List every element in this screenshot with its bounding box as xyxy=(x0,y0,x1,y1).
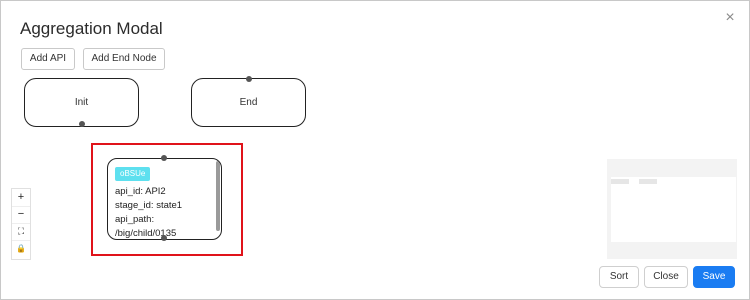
init-node-label: Init xyxy=(74,97,89,108)
api-node-api-path-label: api_path: xyxy=(115,214,155,225)
end-node-target-handle[interactable] xyxy=(246,76,252,82)
save-button[interactable]: Save xyxy=(693,266,735,288)
minimap-viewport xyxy=(611,177,736,242)
modal-title: Aggregation Modal xyxy=(20,19,163,38)
api-node-stage-id: stage_id: state1 xyxy=(115,200,183,211)
init-node-source-handle[interactable] xyxy=(79,121,85,127)
zoom-in-button[interactable]: + xyxy=(12,189,30,207)
minimap-node xyxy=(611,179,629,184)
close-button[interactable]: Close xyxy=(644,266,688,288)
api-node[interactable]: oBSUe api_id: API2 stage_id: state1 api_… xyxy=(107,158,222,240)
minimap-node xyxy=(639,179,657,184)
api-node-tag: oBSUe xyxy=(115,167,151,181)
end-node[interactable]: End xyxy=(191,76,306,127)
end-node-label: End xyxy=(239,97,258,108)
fit-view-icon[interactable]: ⛶ xyxy=(12,223,30,241)
init-node[interactable]: Init xyxy=(24,78,139,127)
lock-icon[interactable]: 🔒 xyxy=(12,240,30,257)
add-api-button[interactable]: Add API xyxy=(21,48,75,70)
close-icon[interactable]: × xyxy=(721,9,739,27)
api-node-scrollbar[interactable] xyxy=(216,161,220,231)
aggregation-modal: Aggregation Modal × Add API Add End Node… xyxy=(0,0,750,300)
api-node-source-handle[interactable] xyxy=(161,235,167,241)
api-node-api-path-value: /big/child/0135 xyxy=(115,228,177,239)
api-node-api-id: api_id: API2 xyxy=(115,186,166,197)
api-node-target-handle[interactable] xyxy=(161,155,167,161)
zoom-out-button[interactable]: − xyxy=(12,206,30,224)
add-end-node-button[interactable]: Add End Node xyxy=(83,48,165,70)
sort-button[interactable]: Sort xyxy=(599,266,639,288)
minimap[interactable] xyxy=(607,159,737,259)
zoom-controls: + − ⛶ 🔒 xyxy=(11,188,31,260)
